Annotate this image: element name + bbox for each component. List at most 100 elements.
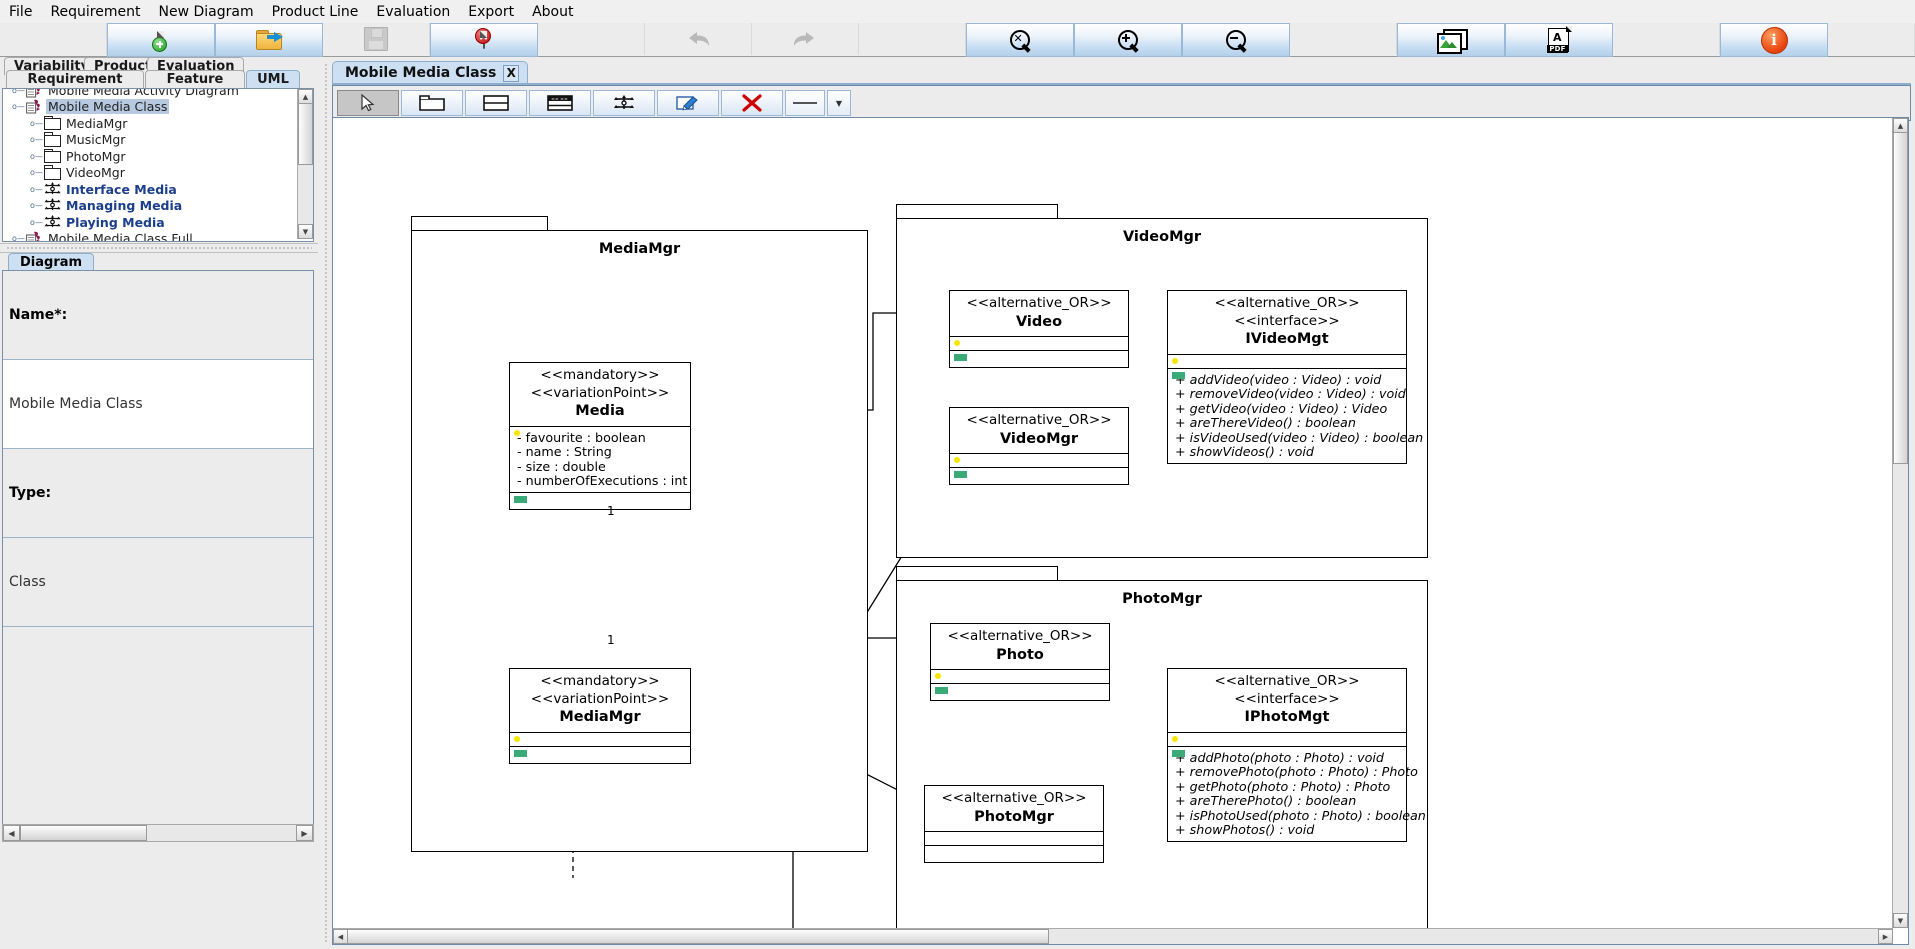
save-file-button[interactable]	[323, 23, 430, 55]
class-stereotype: <<variationPoint>>	[516, 385, 684, 403]
class-photo[interactable]: <<alternative_OR>>Photo	[930, 623, 1110, 701]
class-attribute: - numberOfExecutions : int	[517, 474, 685, 489]
canvas-vertical-scrollbar[interactable]: ▲ ▼	[1892, 118, 1908, 928]
class-mediamgr-class[interactable]: <<mandatory>><<variationPoint>>MediaMgr	[509, 668, 691, 764]
canvas-hscroll-thumb[interactable]	[347, 929, 1049, 944]
zoom-in-button[interactable]	[1074, 23, 1182, 57]
line-style-select[interactable]	[785, 90, 825, 116]
tab-requirement[interactable]: Requirement	[6, 70, 144, 88]
class-operations-compartment	[950, 350, 1128, 367]
tree-item-mobile-media-activity-diagram[interactable]: o—Mobile Media Activity Diagram	[3, 88, 313, 99]
tab-diagram-properties[interactable]: Diagram	[8, 253, 94, 271]
class-photomgr-class[interactable]: <<alternative_OR>>PhotoMgr	[924, 785, 1104, 863]
tree-item-musicmgr[interactable]: o—MusicMgr	[3, 132, 313, 149]
chevron-down-icon[interactable]: ▼	[827, 90, 851, 116]
package-folder-icon	[44, 165, 61, 180]
tree-expand-handle[interactable]: o—	[13, 88, 24, 96]
tree-item-mediamgr[interactable]: o—MediaMgr	[3, 115, 313, 132]
tree-vertical-scrollbar[interactable]: ▲ ▼	[297, 89, 313, 239]
class-operation: + addPhoto(photo : Photo) : void	[1175, 751, 1401, 766]
zoom-out-button[interactable]	[1182, 23, 1290, 57]
class-video[interactable]: <<alternative_OR>>Video	[949, 290, 1129, 368]
hscroll-left-button[interactable]: ◀	[3, 825, 20, 841]
export-pdf-button[interactable]: A PDF	[1505, 23, 1613, 57]
class-attributes-compartment	[1168, 354, 1406, 368]
menu-product-line[interactable]: Product Line	[263, 2, 368, 22]
close-icon[interactable]: X	[503, 65, 519, 82]
tree-expand-handle[interactable]: o—	[31, 151, 42, 162]
canvas-vscroll-thumb[interactable]	[1893, 132, 1908, 464]
class-iphotomgt[interactable]: <<alternative_OR>><<interface>>IPhotoMgt…	[1167, 668, 1407, 842]
canvas-scroll-up-button[interactable]: ▲	[1893, 118, 1908, 133]
canvas-scroll-left-button[interactable]: ◀	[333, 929, 348, 944]
menu-evaluation[interactable]: Evaluation	[367, 2, 459, 22]
new-file-button[interactable]	[107, 23, 215, 57]
class-ivideomgt[interactable]: <<alternative_OR>><<interface>>IVideoMgt…	[1167, 290, 1407, 464]
zoom-reset-button[interactable]: ✕	[966, 23, 1074, 57]
editor-tab-mobile-media-class[interactable]: Mobile Media Class X	[332, 61, 528, 85]
tool-edit[interactable]	[657, 90, 719, 116]
tree-expand-handle[interactable]: o—	[31, 134, 42, 145]
undo-button[interactable]	[645, 23, 752, 55]
class-operations-compartment: + addVideo(video : Video) : void+ remove…	[1168, 368, 1406, 464]
tab-feature[interactable]: Feature	[145, 70, 245, 88]
class-operations-compartment	[950, 467, 1128, 484]
class-media[interactable]: <<mandatory>><<variationPoint>>Media- fa…	[509, 362, 691, 510]
menu-file[interactable]: File	[0, 2, 41, 22]
tree-item-interface-media[interactable]: o—Interface Media	[3, 181, 313, 198]
menu-about[interactable]: About	[523, 2, 582, 22]
close-file-button[interactable]	[430, 23, 538, 57]
uml-tree-panel[interactable]: o—Mobile Media Activity Diagramo—Mobile …	[2, 88, 314, 242]
tree-expand-handle[interactable]: o—	[13, 101, 24, 112]
tree-scroll-thumb[interactable]	[298, 103, 313, 165]
menu-export[interactable]: Export	[459, 2, 523, 22]
canvas-scroll-right-button[interactable]: ▶	[1878, 929, 1893, 944]
left-panel-splitter[interactable]	[0, 243, 318, 253]
tree-item-videomgr[interactable]: o—VideoMgr	[3, 165, 313, 182]
type-value-row[interactable]: Class	[3, 538, 313, 627]
tree-item-mobile-media-class-full[interactable]: o—Mobile Media Class Full	[3, 231, 313, 243]
tool-class[interactable]	[465, 90, 527, 116]
left-panel-horizontal-scrollbar[interactable]: ◀ ▶	[2, 824, 314, 842]
tool-class-detailed[interactable]: << >>	[529, 90, 591, 116]
name-value-row[interactable]: Mobile Media Class	[3, 360, 313, 449]
diagram-canvas[interactable]: MediaMgrVideoMgrPhotoMgr<<mandatory>><<v…	[333, 118, 1893, 928]
tool-delete[interactable]	[721, 90, 783, 116]
hscroll-right-button[interactable]: ▶	[296, 825, 313, 841]
tree-expand-handle[interactable]: o—	[31, 184, 42, 195]
association-multiplicity: 1	[607, 633, 615, 647]
tree-expand-handle[interactable]: o—	[31, 167, 42, 178]
name-input[interactable]: Mobile Media Class	[3, 360, 313, 448]
canvas-scroll-down-button[interactable]: ▼	[1893, 913, 1908, 928]
tool-feature[interactable]	[593, 90, 655, 116]
tool-package[interactable]	[401, 90, 463, 116]
canvas-horizontal-scrollbar[interactable]: ◀ ▶	[333, 928, 1893, 944]
tree-expand-handle[interactable]: o—	[31, 217, 42, 228]
tab-uml[interactable]: UML	[246, 70, 300, 88]
type-value[interactable]: Class	[3, 538, 313, 626]
tree-item-playing-media[interactable]: o—Playing Media	[3, 214, 313, 231]
menu-new-diagram[interactable]: New Diagram	[149, 2, 262, 22]
feature-node-icon	[613, 94, 635, 112]
variant-marker-icon	[514, 496, 527, 503]
feature-model-icon	[44, 198, 61, 213]
redo-button[interactable]	[752, 23, 859, 55]
tree-scroll-down-button[interactable]: ▼	[298, 224, 313, 239]
main-splitter[interactable]	[322, 57, 330, 949]
tree-expand-handle[interactable]: o—	[31, 118, 42, 129]
tree-item-managing-media[interactable]: o—Managing Media	[3, 198, 313, 215]
tree-expand-handle[interactable]: o—	[31, 200, 42, 211]
export-image-button[interactable]	[1397, 23, 1505, 57]
tree-expand-handle[interactable]: o—	[13, 233, 24, 242]
menu-requirement[interactable]: Requirement	[41, 2, 149, 22]
class-videomgr-class[interactable]: <<alternative_OR>>VideoMgr	[949, 407, 1129, 485]
tool-select[interactable]	[337, 90, 399, 116]
class-name: VideoMgr	[956, 431, 1122, 449]
info-button[interactable]: i	[1720, 23, 1828, 57]
open-file-button[interactable]	[215, 23, 323, 57]
hscroll-thumb[interactable]	[20, 825, 147, 841]
tree-item-photomgr[interactable]: o—PhotoMgr	[3, 148, 313, 165]
class-operation-list: + addVideo(video : Video) : void+ remove…	[1168, 369, 1406, 464]
tree-item-mobile-media-class[interactable]: o—Mobile Media Class	[3, 99, 313, 116]
tree-scroll-up-button[interactable]: ▲	[298, 89, 313, 104]
